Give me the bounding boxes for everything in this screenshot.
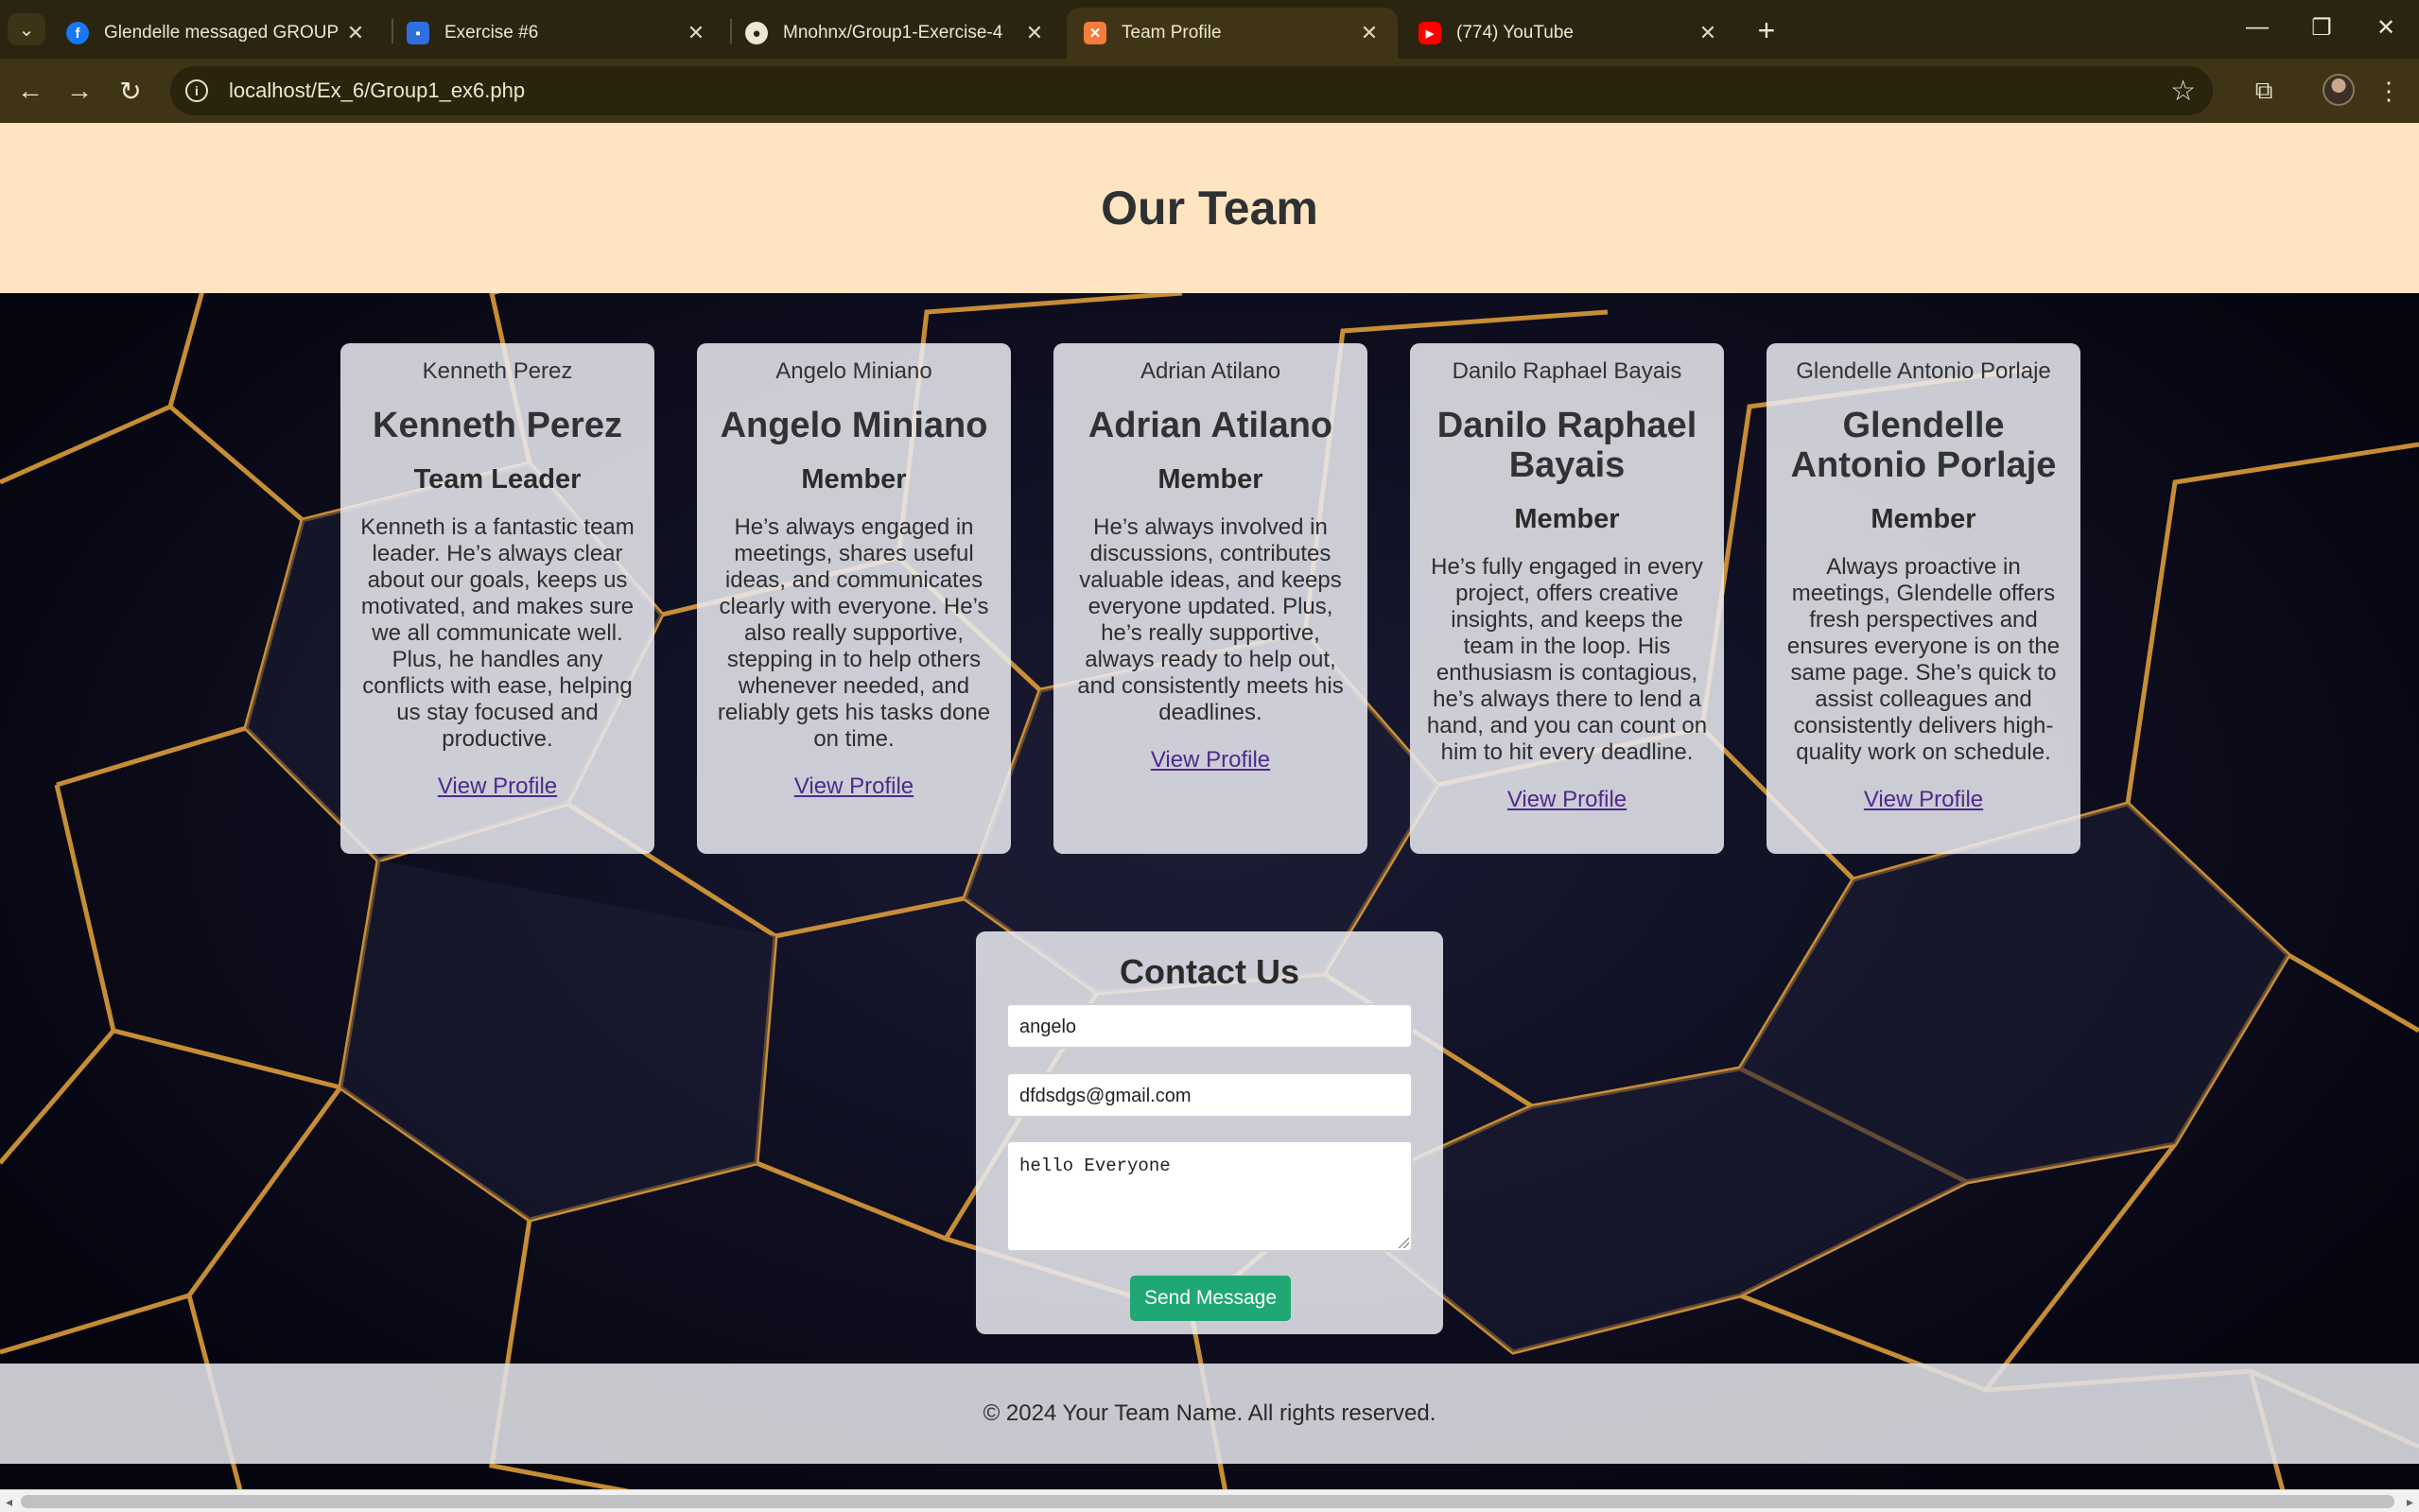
member-name: Danilo Raphael Bayais [1436,406,1697,485]
member-photo: Kenneth Perez [422,358,573,384]
member-role: Team Leader [413,464,582,495]
view-profile-link[interactable]: View Profile [1151,747,1270,773]
member-role: Member [1514,504,1620,534]
minimize-button[interactable]: — [2224,0,2290,55]
close-window-button[interactable]: ✕ [2353,0,2419,55]
member-photo: Angelo Miniano [775,358,932,384]
name-input[interactable]: angelo [1006,1003,1413,1049]
member-name: Angelo Miniano [720,406,988,445]
tab-youtube[interactable]: ▶ (774) YouTube ✕ [1401,8,1736,59]
tab-title: Exercise #6 [444,23,539,43]
url-text: localhost/Ex_6/Group1_ex6.php [229,78,526,102]
xampp-icon: ✕ [1084,22,1106,44]
message-text: hello Everyone [1019,1156,1171,1176]
tab-github[interactable]: ● Mnohnx/Group1-Exercise-4 ✕ [728,8,1063,59]
forward-button[interactable]: → [61,72,98,110]
close-icon[interactable]: ✕ [685,21,707,45]
address-bar[interactable]: i localhost/Ex_6/Group1_ex6.php ☆ [170,66,2213,115]
member-bio: Always proactive in meetings, Glendelle … [1786,554,2061,765]
member-role: Member [1871,504,1976,534]
tab-team-profile[interactable]: ✕ Team Profile ✕ [1067,8,1398,59]
tab-title: Glendelle messaged GROUP 1 [104,23,344,43]
back-button[interactable]: ← [11,72,49,110]
chevron-down-icon: ⌄ [18,19,35,41]
team-card: Angelo Miniano Angelo Miniano Member He’… [697,343,1011,854]
send-message-button[interactable]: Send Message [1130,1276,1291,1321]
profile-avatar[interactable] [2323,74,2355,106]
member-photo: Danilo Raphael Bayais [1452,358,1682,384]
page-footer: © 2024 Your Team Name. All rights reserv… [0,1364,2419,1464]
tab-search-button[interactable]: ⌄ [8,13,45,45]
restore-icon: ❐ [2311,14,2332,41]
member-name: Kenneth Perez [373,406,622,445]
contact-form: Contact Us angelo dfdsdgs@gmail.com hell… [976,931,1443,1334]
team-card: Kenneth Perez Kenneth Perez Team Leader … [340,343,654,854]
arrow-left-icon: ← [17,76,44,105]
site-info-icon[interactable]: i [185,79,208,102]
new-tab-button[interactable]: + [1748,11,1785,49]
member-photo: Glendelle Antonio Porlaje [1796,358,2051,384]
member-bio: He’s always involved in discussions, con… [1077,514,1344,725]
classroom-icon: ▪ [407,22,429,44]
browser-menu-button[interactable]: ⋮ [2370,72,2408,110]
member-bio: He’s always engaged in meetings, shares … [717,514,991,752]
arrow-right-icon: → [66,76,93,105]
scroll-right-icon[interactable]: ▸ [2407,1494,2413,1510]
facebook-icon: f [66,22,89,44]
puzzle-icon: ⧉ [2254,76,2273,104]
browser-toolbar: ← → ↻ i localhost/Ex_6/Group1_ex6.php ☆ … [0,59,2419,123]
team-card: Glendelle Antonio Porlaje Glendelle Anto… [1766,343,2080,854]
extensions-button[interactable]: ⧉ [2245,72,2283,110]
close-icon[interactable]: ✕ [1023,21,1046,45]
reload-button[interactable]: ↻ [112,72,149,110]
close-icon[interactable]: ✕ [1697,21,1719,45]
close-icon: ✕ [2375,14,2396,41]
view-profile-link[interactable]: View Profile [1864,787,1983,813]
kebab-menu-icon: ⋮ [2376,76,2401,105]
view-profile-link[interactable]: View Profile [1507,787,1627,813]
member-role: Member [801,464,907,495]
tab-title: Mnohnx/Group1-Exercise-4 [783,23,1003,43]
bookmark-star-icon[interactable]: ☆ [2170,75,2196,108]
page-header: Our Team [0,123,2419,293]
view-profile-link[interactable]: View Profile [438,773,557,800]
page-viewport: Our Team Kenneth Perez Kenneth Perez Tea… [0,123,2419,1512]
team-cards: Kenneth Perez Kenneth Perez Team Leader … [340,343,2080,854]
close-icon[interactable]: ✕ [344,21,367,45]
minimize-icon: — [2246,14,2269,40]
message-textarea[interactable]: hello Everyone [1006,1140,1413,1252]
email-input[interactable]: dfdsdgs@gmail.com [1006,1072,1413,1118]
scroll-left-icon[interactable]: ◂ [6,1494,12,1510]
member-bio: He’s fully engaged in every project, off… [1426,554,1708,765]
member-photo: Adrian Atilano [1140,358,1281,384]
tab-exercise[interactable]: ▪ Exercise #6 ✕ [390,8,724,59]
restore-button[interactable]: ❐ [2288,0,2355,55]
resize-handle[interactable] [1398,1237,1409,1248]
member-role: Member [1157,464,1263,495]
page-title: Our Team [1101,182,1318,235]
tab-facebook[interactable]: f Glendelle messaged GROUP 1 ✕ [49,8,384,59]
team-card: Adrian Atilano Adrian Atilano Member He’… [1053,343,1367,854]
tab-title: (774) YouTube [1456,23,1574,43]
close-icon[interactable]: ✕ [1358,21,1381,45]
member-bio: Kenneth is a fantastic team leader. He’s… [360,514,635,752]
youtube-icon: ▶ [1418,22,1441,44]
view-profile-link[interactable]: View Profile [794,773,914,800]
tab-title: Team Profile [1122,23,1222,43]
team-card: Danilo Raphael Bayais Danilo Raphael Bay… [1410,343,1724,854]
reload-icon: ↻ [119,76,142,106]
github-icon: ● [745,22,768,44]
contact-heading: Contact Us [1119,952,1300,991]
scrollbar-thumb[interactable] [21,1495,2394,1508]
member-name: Adrian Atilano [1088,406,1333,445]
member-name: Glendelle Antonio Porlaje [1790,406,2057,485]
plus-icon: + [1757,12,1776,47]
horizontal-scrollbar[interactable]: ◂ ▸ [0,1489,2419,1512]
browser-tab-strip: ⌄ f Glendelle messaged GROUP 1 ✕ ▪ Exerc… [0,0,2419,59]
